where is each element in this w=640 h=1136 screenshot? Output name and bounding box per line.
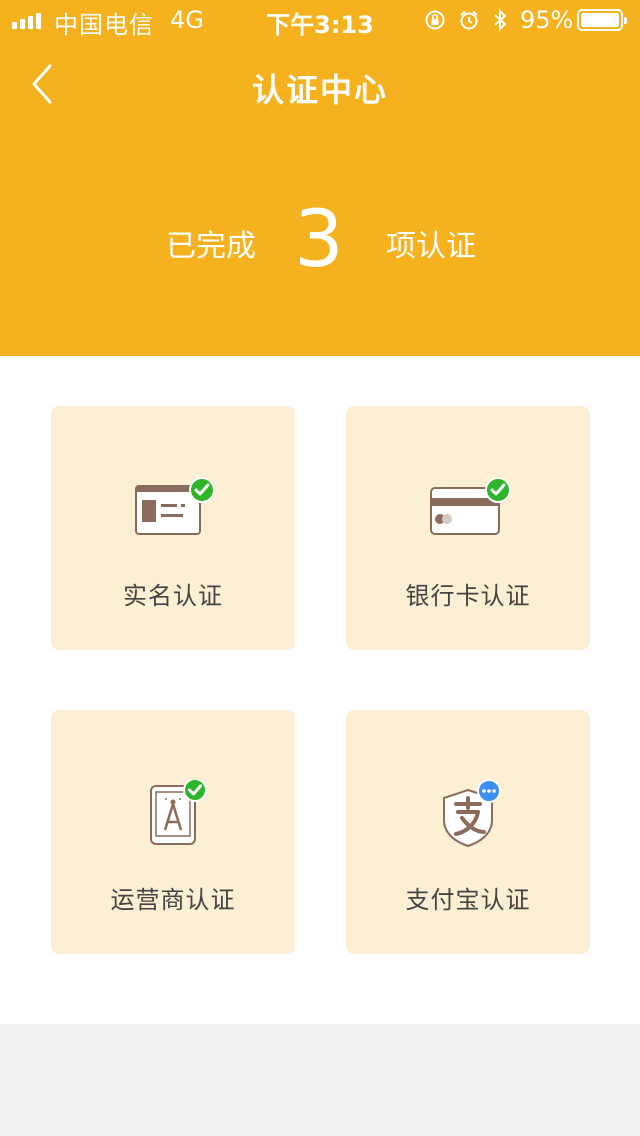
battery-icon [577, 9, 627, 31]
verified-check-icon [485, 477, 511, 503]
verification-grid: 实名认证 银行卡认证 运营商认证 支付宝认证 [0, 356, 640, 1024]
verified-check-icon [183, 780, 207, 802]
id-card-icon [135, 477, 215, 535]
alipay-icon [443, 780, 501, 848]
bluetooth-icon [494, 8, 507, 32]
alarm-icon [460, 10, 478, 30]
battery-percentage: 95% [520, 6, 574, 34]
card-label: 实名认证 [123, 582, 223, 610]
summary-prefix: 已完成 [166, 229, 256, 264]
verified-check-icon [189, 477, 215, 503]
card-alipay-verification[interactable]: 支付宝认证 [346, 710, 590, 954]
status-icons [424, 8, 508, 32]
pending-dots-icon [477, 780, 501, 803]
card-bank-card-verification[interactable]: 银行卡认证 [346, 406, 590, 650]
verified-count: 3 [294, 195, 344, 285]
summary-suffix: 项认证 [386, 229, 476, 264]
card-operator-verification[interactable]: 运营商认证 [51, 710, 295, 954]
header-banner: 中国电信 4G 下午3:13 95% 认证中心 已完成 3 项认证 [0, 0, 640, 356]
card-label: 支付宝认证 [405, 886, 531, 914]
card-label: 运营商认证 [110, 886, 236, 914]
page-title: 认证中心 [251, 71, 388, 109]
rotation-lock-icon [425, 10, 445, 30]
card-real-name-verification[interactable]: 实名认证 [51, 406, 295, 650]
status-bar: 中国电信 4G 下午3:13 95% [0, 0, 640, 40]
card-label: 银行卡认证 [405, 582, 531, 610]
bank-card-icon [430, 477, 511, 535]
verification-summary: 已完成 3 项认证 [0, 195, 640, 285]
mobile-operator-icon [150, 780, 207, 845]
